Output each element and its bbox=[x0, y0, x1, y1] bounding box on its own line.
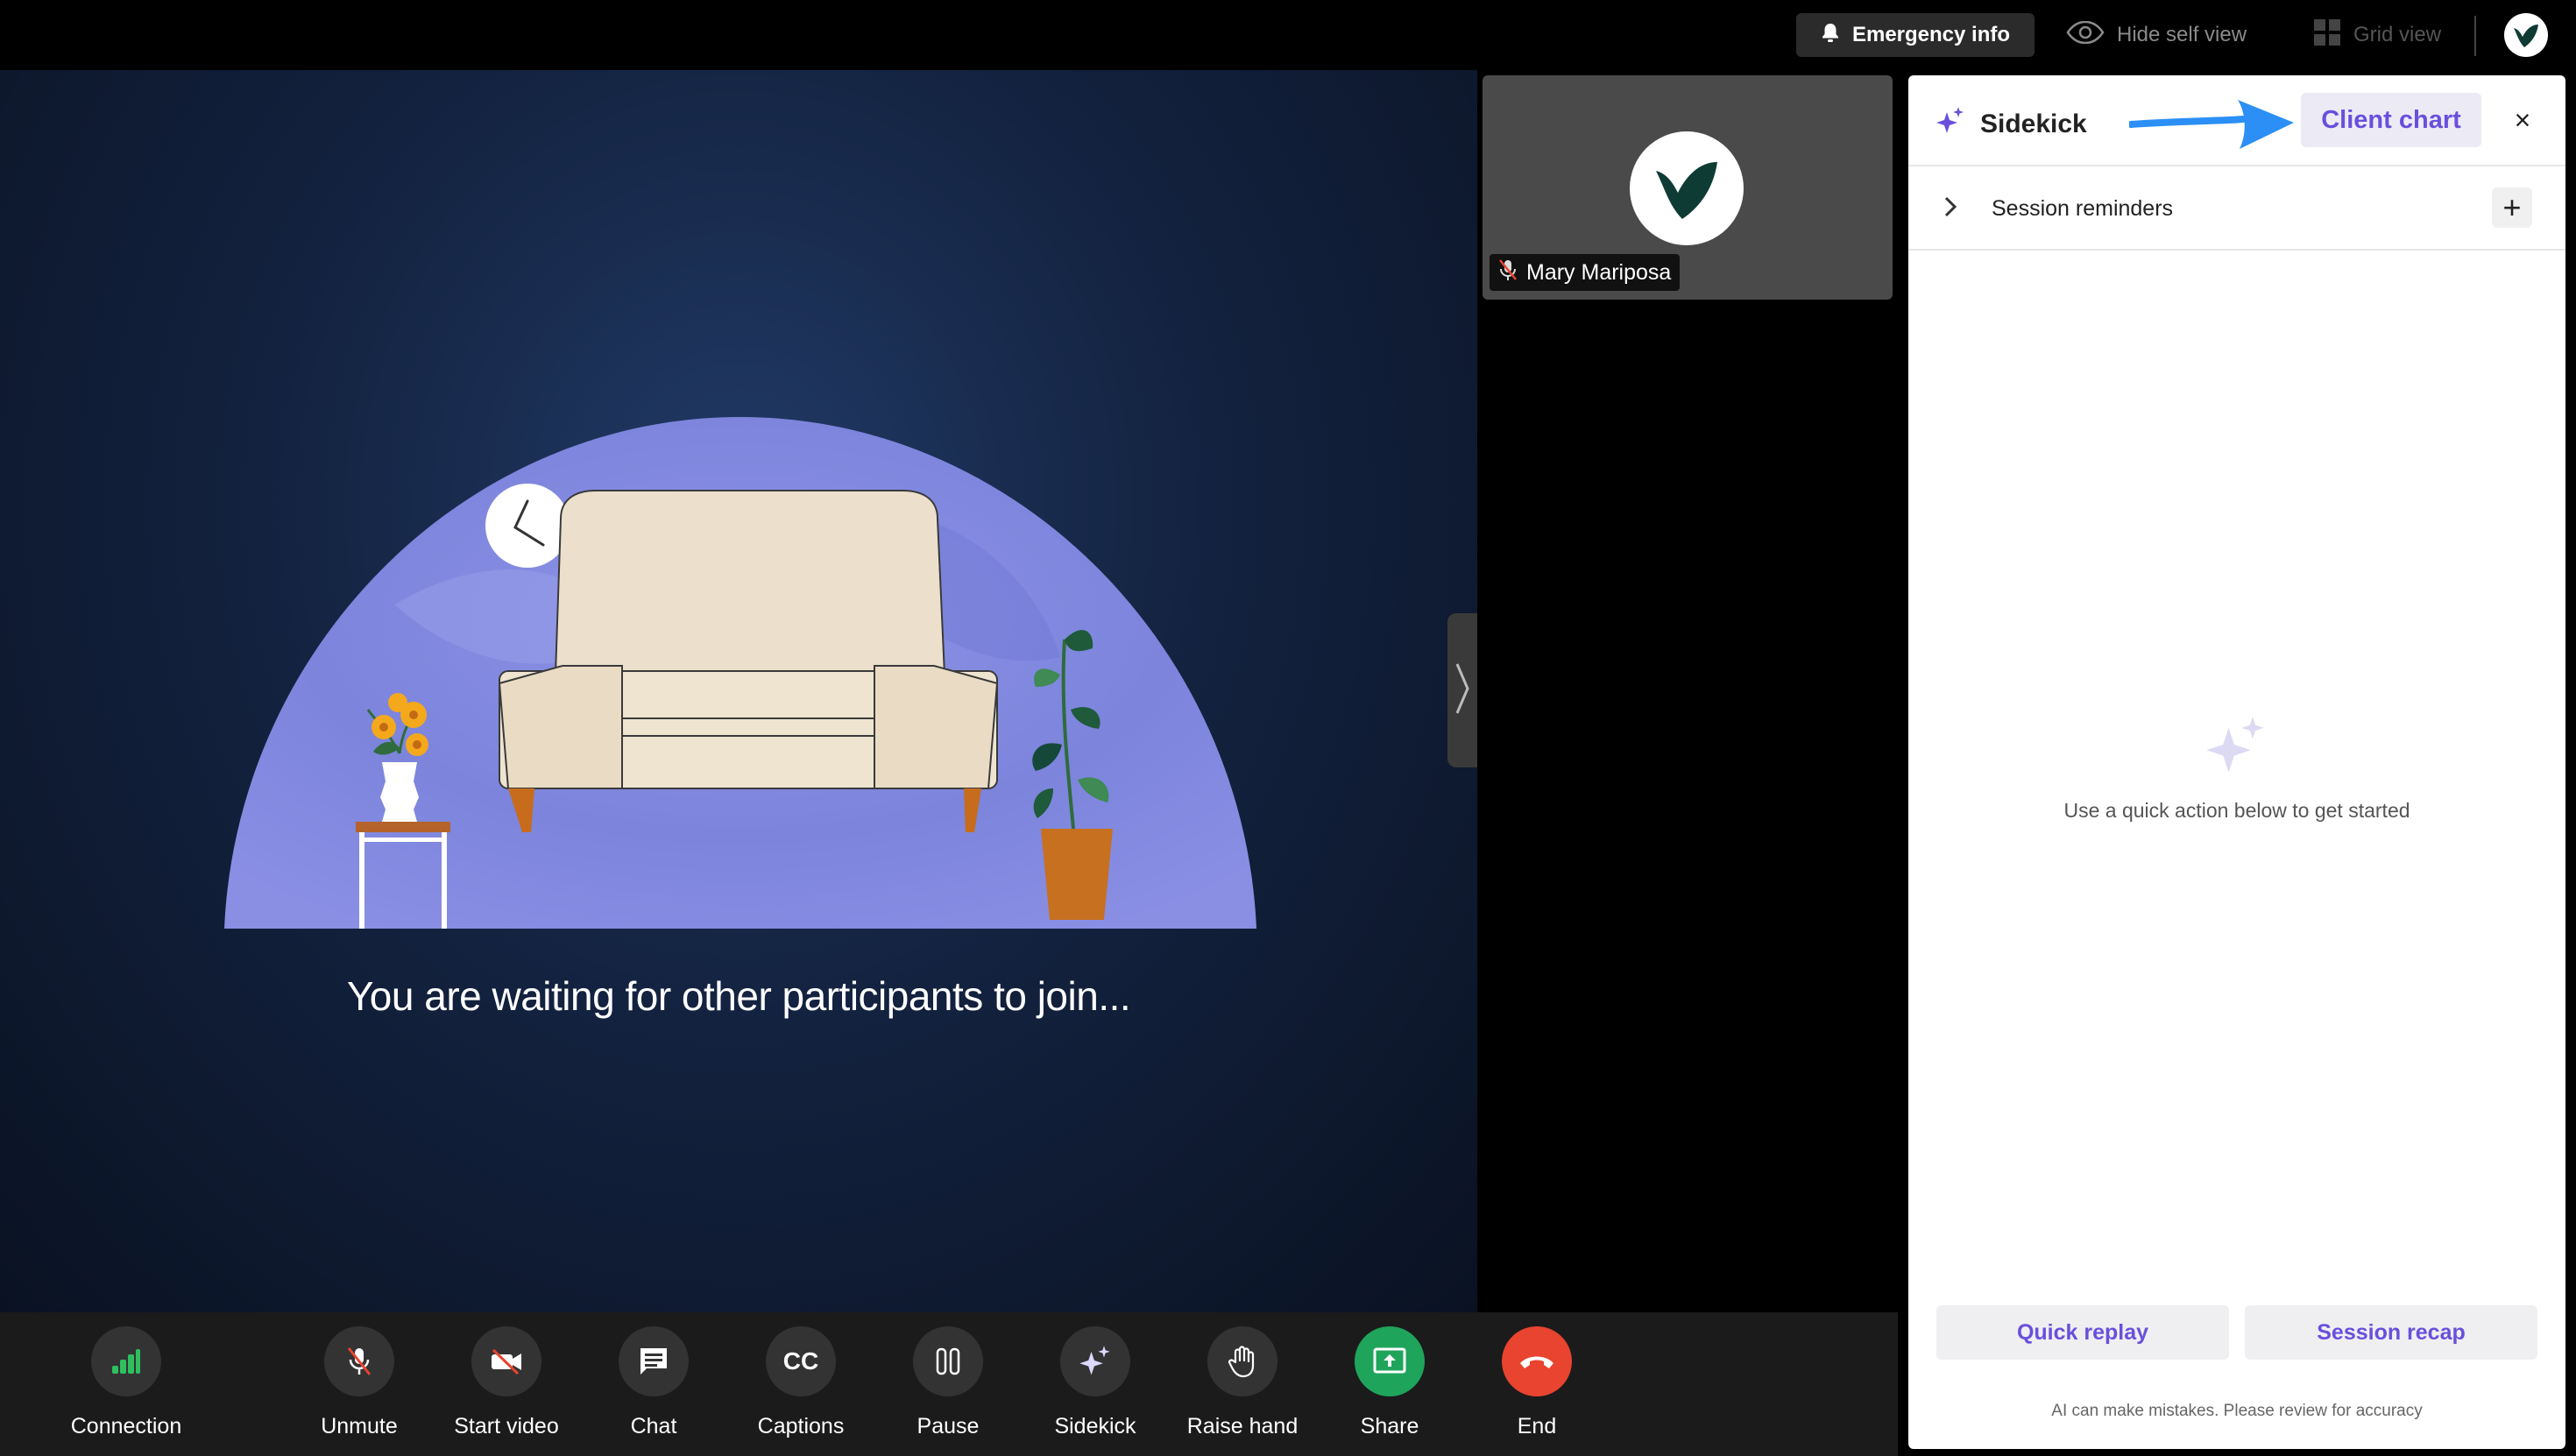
arrow-annotation-icon bbox=[2129, 100, 2294, 149]
emergency-info-button[interactable]: Emergency info bbox=[1796, 13, 2035, 57]
grid-view-button[interactable]: Grid view bbox=[2313, 13, 2441, 57]
waiting-message: You are waiting for other participants t… bbox=[346, 973, 1131, 1019]
sidekick-icon-circle bbox=[1060, 1326, 1130, 1396]
avatar bbox=[1630, 131, 1744, 245]
logo-icon bbox=[1656, 162, 1717, 219]
close-icon: × bbox=[2514, 103, 2531, 136]
pause-icon-circle bbox=[913, 1326, 983, 1396]
sidekick-title: Sidekick bbox=[1980, 110, 2087, 138]
unmute-label: Unmute bbox=[321, 1414, 398, 1438]
client-chart-button[interactable]: Client chart bbox=[2301, 93, 2481, 147]
end-icon-circle bbox=[1502, 1326, 1572, 1396]
call-toolbar: Connection Unmute Start video Chat CC Ca… bbox=[0, 1312, 1898, 1456]
captions-button[interactable]: CC Captions bbox=[731, 1326, 871, 1449]
logo-icon bbox=[2514, 25, 2538, 47]
sparkle-icon bbox=[1935, 105, 1966, 144]
hang-up-icon bbox=[1520, 1356, 1553, 1368]
empty-state-message: Use a quick action below to get started bbox=[2063, 799, 2410, 822]
end-label: End bbox=[1517, 1414, 1557, 1438]
pause-button[interactable]: Pause bbox=[878, 1326, 1018, 1449]
unmute-button[interactable]: Unmute bbox=[289, 1326, 429, 1449]
hide-self-view-button[interactable]: Hide self view bbox=[2066, 13, 2247, 57]
connection-icon-circle bbox=[91, 1326, 161, 1396]
participant-name: Mary Mariposa bbox=[1526, 259, 1672, 285]
grid-view-label: Grid view bbox=[2353, 23, 2442, 46]
bell-icon bbox=[1821, 22, 1840, 49]
eye-icon bbox=[2066, 20, 2105, 50]
plus-icon: + bbox=[2502, 189, 2522, 225]
chat-button[interactable]: Chat bbox=[584, 1326, 724, 1449]
main-stage: You are waiting for other participants t… bbox=[0, 70, 1477, 1312]
close-panel-button[interactable]: × bbox=[2504, 102, 2541, 138]
add-reminder-button[interactable]: + bbox=[2492, 187, 2532, 228]
hide-self-view-label: Hide self view bbox=[2117, 23, 2247, 46]
share-icon-circle bbox=[1355, 1326, 1425, 1396]
session-reminders-label: Session reminders bbox=[1992, 196, 2174, 221]
quick-replay-button[interactable]: Quick replay bbox=[1936, 1305, 2229, 1360]
chat-icon-circle bbox=[619, 1326, 689, 1396]
pause-icon bbox=[936, 1347, 960, 1375]
waiting-room-illustration bbox=[224, 417, 1256, 929]
session-recap-button[interactable]: Session recap bbox=[2245, 1305, 2537, 1360]
pause-label: Pause bbox=[916, 1414, 980, 1438]
video-off-icon bbox=[492, 1348, 521, 1375]
captions-icon: CC bbox=[782, 1347, 819, 1375]
connection-button[interactable]: Connection bbox=[56, 1326, 196, 1449]
share-screen-icon bbox=[1373, 1347, 1406, 1374]
video-icon-circle bbox=[471, 1326, 541, 1396]
chevron-right-icon bbox=[1454, 662, 1470, 719]
sidekick-panel: Sidekick Client chart × Session reminder… bbox=[1908, 75, 2565, 1449]
chat-label: Chat bbox=[630, 1414, 677, 1438]
unmute-icon-circle bbox=[324, 1326, 394, 1396]
muted-mic-icon bbox=[1498, 258, 1518, 287]
connection-label: Connection bbox=[70, 1414, 182, 1438]
raise-hand-label: Raise hand bbox=[1186, 1414, 1299, 1438]
captions-label: Captions bbox=[757, 1414, 845, 1438]
start-video-button[interactable]: Start video bbox=[436, 1326, 577, 1449]
captions-icon-circle: CC bbox=[766, 1326, 836, 1396]
sparkle-icon bbox=[2203, 713, 2269, 784]
muted-mic-icon bbox=[347, 1347, 372, 1375]
sofa bbox=[498, 490, 999, 832]
share-button[interactable]: Share bbox=[1320, 1326, 1460, 1449]
sidekick-title-group: Sidekick bbox=[1935, 105, 2087, 144]
top-bar: Emergency info Hide self view Grid view bbox=[0, 0, 2576, 70]
start-video-label: Start video bbox=[454, 1414, 559, 1438]
app-logo[interactable] bbox=[2504, 13, 2548, 57]
raise-hand-icon-circle bbox=[1207, 1326, 1277, 1396]
top-divider bbox=[2474, 16, 2476, 56]
collapse-panel-handle[interactable] bbox=[1447, 613, 1477, 767]
self-view-tile: Mary Mariposa bbox=[1483, 75, 1893, 300]
sidekick-header: Sidekick Client chart × bbox=[1908, 75, 2565, 166]
chat-icon bbox=[640, 1348, 667, 1375]
participant-name-tag: Mary Mariposa bbox=[1490, 254, 1681, 291]
grid-icon bbox=[2313, 18, 2341, 53]
end-call-button[interactable]: End bbox=[1467, 1326, 1607, 1449]
chevron-right-icon bbox=[1942, 189, 1959, 229]
signal-bars-icon bbox=[112, 1349, 140, 1374]
sparkle-icon bbox=[1079, 1346, 1110, 1375]
share-label: Share bbox=[1360, 1414, 1419, 1438]
session-reminders-row[interactable]: Session reminders + bbox=[1908, 166, 2565, 251]
sidekick-label: Sidekick bbox=[1054, 1414, 1136, 1438]
clock-icon bbox=[485, 484, 570, 568]
hand-icon bbox=[1228, 1346, 1255, 1378]
ai-disclaimer: AI can make mistakes. Please review for … bbox=[2051, 1402, 2423, 1420]
sidekick-button[interactable]: Sidekick bbox=[1025, 1326, 1165, 1449]
emergency-info-label: Emergency info bbox=[1851, 23, 2011, 46]
raise-hand-button[interactable]: Raise hand bbox=[1172, 1326, 1313, 1449]
